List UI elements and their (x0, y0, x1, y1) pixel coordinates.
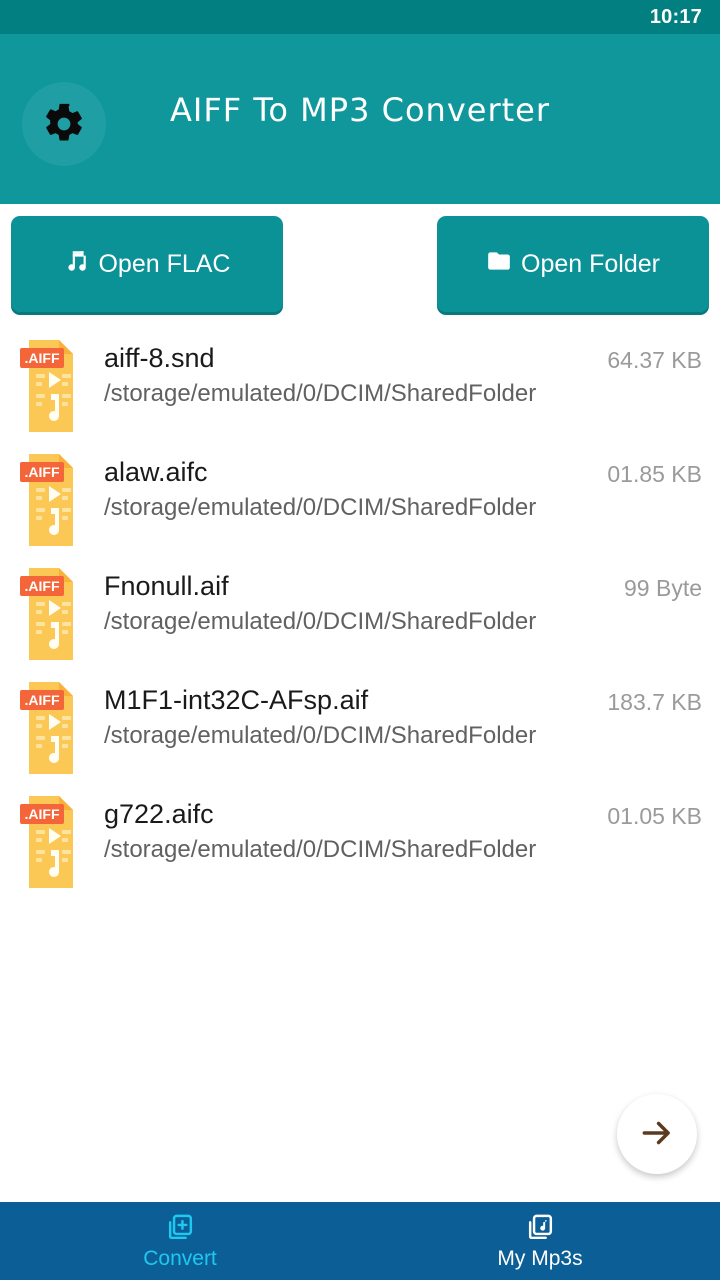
file-music-icon (525, 1212, 556, 1243)
file-meta: g722.aifc /storage/emulated/0/DCIM/Share… (80, 790, 597, 868)
file-path: /storage/emulated/0/DCIM/SharedFolder (104, 836, 537, 864)
file-path: /storage/emulated/0/DCIM/SharedFolder (104, 494, 537, 522)
app-root: 10:17 AIFF To MP3 Converter Open FLAC Op… (0, 0, 720, 1280)
file-list[interactable]: .AIFF aiff-8.snd /storage/emulated/0/DCI… (0, 328, 720, 898)
file-name: M1F1-int32C-AFsp.aif (104, 685, 369, 715)
aiff-file-icon: .AIFF (18, 794, 80, 890)
file-size: 01.05 KB (607, 803, 702, 829)
tab-my-mp3s[interactable]: My Mp3s (360, 1202, 720, 1280)
arrow-right-icon (638, 1114, 676, 1155)
file-name: g722.aifc (104, 799, 214, 829)
app-title: AIFF To MP3 Converter (170, 91, 550, 129)
music-note-icon (63, 248, 89, 281)
file-path: /storage/emulated/0/DCIM/SharedFolder (104, 608, 537, 636)
status-bar: 10:17 (0, 0, 720, 34)
open-flac-label: Open FLAC (98, 249, 231, 278)
file-meta: aiff-8.snd /storage/emulated/0/DCIM/Shar… (80, 334, 597, 412)
file-size: 64.37 KB (607, 347, 702, 373)
aiff-file-icon: .AIFF (18, 566, 80, 662)
open-flac-button[interactable]: Open FLAC (11, 216, 283, 312)
svg-text:.AIFF: .AIFF (25, 578, 60, 594)
aiff-file-icon: .AIFF (18, 680, 80, 776)
file-path: /storage/emulated/0/DCIM/SharedFolder (104, 722, 537, 750)
action-button-row: Open FLAC Open Folder (0, 204, 720, 312)
tab-convert[interactable]: Convert (0, 1202, 360, 1280)
table-row[interactable]: .AIFF aiff-8.snd /storage/emulated/0/DCI… (0, 328, 720, 442)
table-row[interactable]: .AIFF alaw.aifc /storage/emulated/0/DCIM… (0, 442, 720, 556)
status-bar-clock: 10:17 (649, 5, 702, 28)
open-folder-button[interactable]: Open Folder (437, 216, 709, 312)
file-path: /storage/emulated/0/DCIM/SharedFolder (104, 380, 537, 408)
file-meta: Fnonull.aif /storage/emulated/0/DCIM/Sha… (80, 562, 614, 640)
file-size: 99 Byte (624, 575, 702, 601)
aiff-file-icon: .AIFF (18, 338, 80, 434)
file-size: 01.85 KB (607, 461, 702, 487)
tab-my-mp3s-label: My Mp3s (497, 1246, 583, 1270)
table-row[interactable]: .AIFF g722.aifc /storage/emulated/0/DCIM… (0, 784, 720, 898)
open-folder-label: Open Folder (521, 249, 660, 278)
svg-text:.AIFF: .AIFF (25, 464, 60, 480)
svg-text:.AIFF: .AIFF (25, 692, 60, 708)
file-size: 183.7 KB (607, 689, 702, 715)
file-plus-icon (165, 1212, 196, 1243)
file-meta: M1F1-int32C-AFsp.aif /storage/emulated/0… (80, 676, 597, 754)
next-fab-button[interactable] (617, 1094, 697, 1174)
bottom-navigation: Convert My Mp3s (0, 1202, 720, 1280)
folder-icon (486, 248, 512, 281)
aiff-file-icon: .AIFF (18, 452, 80, 548)
svg-text:.AIFF: .AIFF (25, 806, 60, 822)
file-name: alaw.aifc (104, 457, 208, 487)
table-row[interactable]: .AIFF Fnonull.aif /storage/emulated/0/DC… (0, 556, 720, 670)
svg-text:.AIFF: .AIFF (25, 350, 60, 366)
file-name: Fnonull.aif (104, 571, 229, 601)
file-name: aiff-8.snd (104, 343, 215, 373)
file-meta: alaw.aifc /storage/emulated/0/DCIM/Share… (80, 448, 597, 526)
table-row[interactable]: .AIFF M1F1-int32C-AFsp.aif /storage/emul… (0, 670, 720, 784)
tab-convert-label: Convert (143, 1246, 217, 1270)
app-bar: AIFF To MP3 Converter (0, 34, 720, 204)
